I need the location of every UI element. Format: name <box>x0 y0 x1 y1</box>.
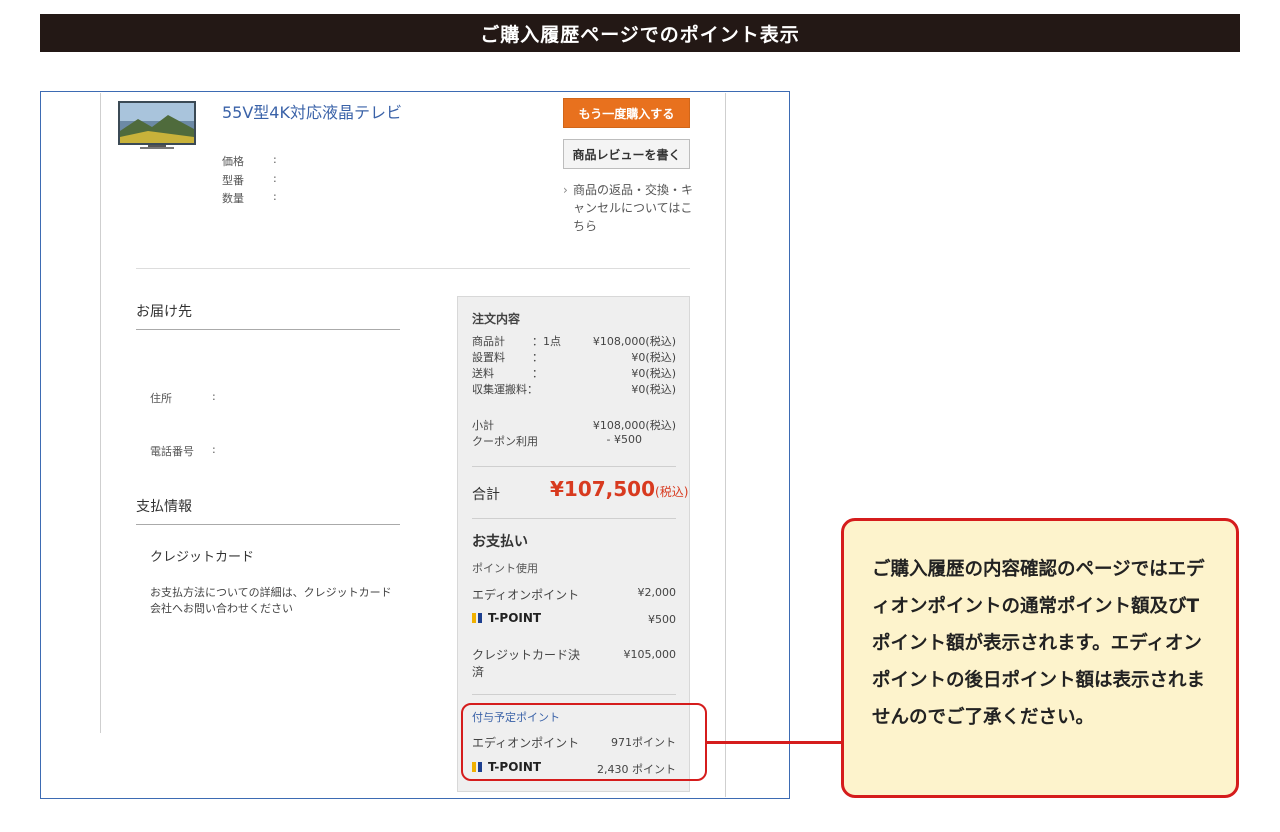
install-fee-value: ¥0(税込) <box>631 351 676 364</box>
item-total-value: ¥108,000(税込) <box>592 335 676 348</box>
section-divider <box>136 268 690 269</box>
product-thumbnail[interactable] <box>118 101 196 151</box>
content-right-border <box>725 93 726 797</box>
price-label: 価格 <box>222 155 244 168</box>
content-left-border <box>100 93 101 733</box>
write-review-button[interactable]: 商品レビューを書く <box>563 139 690 169</box>
address-colon: : <box>212 390 216 403</box>
collection-fee-label: 収集運搬料： <box>472 383 538 396</box>
tpoint-used-label: T-POINT <box>472 611 541 625</box>
explanation-callout: ご購入履歴の内容確認のページではエディオンポイントの通常ポイント額及びTポイント… <box>841 518 1239 798</box>
total-value: ¥107,500(税込) <box>550 477 688 501</box>
payment-section-title: お支払い <box>472 534 528 550</box>
collection-fee-value: ¥0(税込) <box>631 383 676 396</box>
total-tax-note: (税込) <box>655 485 689 499</box>
install-fee-colon: ： <box>532 351 543 364</box>
tpoint-logo-icon <box>472 613 483 623</box>
callout-text: ご購入履歴の内容確認のページではエディオンポイントの通常ポイント額及びTポイント… <box>872 559 1206 728</box>
quantity-label: 数量 <box>222 192 244 205</box>
callout-connector-line <box>707 741 841 744</box>
page-header-banner: ご購入履歴ページでのポイント表示 <box>40 14 1240 52</box>
delivery-section-title: お届け先 <box>136 304 192 320</box>
item-total-label: 商品計 <box>472 335 505 348</box>
model-colon: : <box>273 172 277 185</box>
shipping-fee-label: 送料 <box>472 367 494 380</box>
phone-label: 電話番号 <box>150 445 194 458</box>
coupon-value: - ¥500 <box>606 433 642 446</box>
coupon-label: クーポン利用 <box>472 435 538 448</box>
payment-method: クレジットカード <box>150 550 255 565</box>
shipping-fee-colon: ： <box>532 367 543 380</box>
shipping-fee-value: ¥0(税込) <box>631 367 676 380</box>
tpoint-used-value: ¥500 <box>648 613 676 626</box>
order-summary-title: 注文内容 <box>472 312 521 326</box>
payment-info-section-title: 支払情報 <box>136 499 192 515</box>
point-use-label: ポイント使用 <box>472 562 538 575</box>
page-title: ご購入履歴ページでのポイント表示 <box>480 23 800 46</box>
summary-divider <box>472 466 676 467</box>
item-total-count: ：1点 <box>532 335 561 348</box>
tpoint-used-label-text: T-POINT <box>488 611 542 625</box>
payment-method-note: お支払方法についての詳細は、クレジットカード会社へお問い合わせください <box>150 586 392 615</box>
edion-point-used-label: エディオンポイント <box>472 588 580 602</box>
install-fee-label: 設置料 <box>472 351 505 364</box>
total-amount: ¥107,500 <box>550 477 656 501</box>
edion-point-used-value: ¥2,000 <box>637 586 677 599</box>
subtotal-value: ¥108,000(税込) <box>592 419 676 432</box>
credit-card-payment-value: ¥105,000 <box>623 648 677 661</box>
subtotal-label: 小計 <box>472 419 494 432</box>
return-exchange-link-text: 商品の返品・交換・キャンセルについてはこちら <box>573 183 694 233</box>
total-label: 合計 <box>472 487 500 503</box>
scheduled-points-highlight <box>461 703 707 781</box>
quantity-colon: : <box>273 190 277 203</box>
summary-divider <box>472 518 676 519</box>
phone-colon: : <box>212 443 216 456</box>
model-label: 型番 <box>222 174 244 187</box>
summary-divider <box>472 694 676 695</box>
product-name-link[interactable]: 55V型4K対応液晶テレビ <box>222 99 402 123</box>
payment-info-title-underline <box>136 524 400 525</box>
chevron-right-icon: › <box>563 183 568 197</box>
price-colon: : <box>273 153 277 166</box>
credit-card-payment-label: クレジットカード決済 <box>472 648 581 679</box>
rebuy-button[interactable]: もう一度購入する <box>563 98 690 128</box>
delivery-title-underline <box>136 329 400 330</box>
address-label: 住所 <box>150 392 172 405</box>
